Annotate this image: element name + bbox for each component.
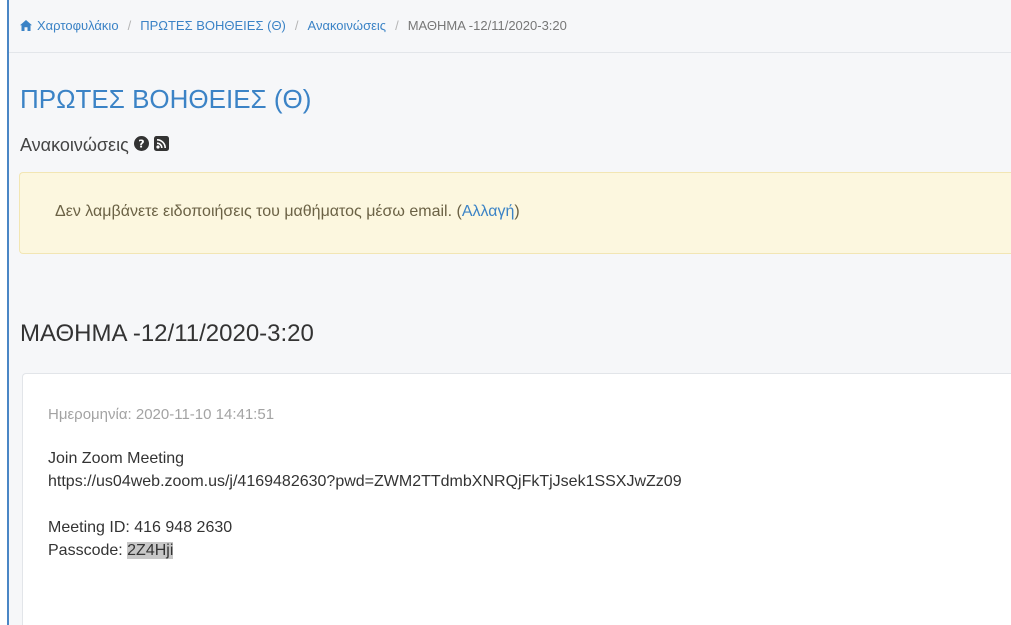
- breadcrumb-separator: /: [127, 18, 132, 33]
- alert-text: Δεν λαμβάνετε ειδοποιήσεις του μαθήματος…: [55, 203, 520, 221]
- section-title: Ανακοινώσεις ?: [20, 135, 169, 156]
- join-meeting-label: Join Zoom Meeting: [48, 450, 185, 467]
- breadcrumb-announcements-link[interactable]: Ανακοινώσεις: [308, 18, 387, 33]
- home-icon: [20, 20, 32, 31]
- passcode-value[interactable]: 2Z4Hji: [127, 542, 174, 559]
- breadcrumb-divider: [9, 52, 1011, 53]
- course-title-link[interactable]: ΠΡΩΤΕΣ ΒΟΗΘΕΙΕΣ (Θ): [20, 84, 311, 115]
- announcement-card: Ημερομηνία: 2020-11-10 14:41:51 Join Zoo…: [22, 373, 1011, 625]
- rss-icon[interactable]: [153, 135, 169, 156]
- email-notification-alert: Δεν λαμβάνετε ειδοποιήσεις του μαθήματος…: [19, 172, 1011, 254]
- zoom-meeting-url: https://us04web.zoom.us/j/4169482630?pwd…: [48, 473, 682, 490]
- passcode-label: Passcode:: [48, 542, 128, 559]
- alert-message: Δεν λαμβάνετε ειδοποιήσεις του μαθήματος…: [55, 203, 462, 220]
- alert-change-link[interactable]: Αλλαγή: [462, 203, 515, 220]
- meeting-id: Meeting ID: 416 948 2630: [48, 519, 233, 536]
- alert-message-end: ): [514, 203, 520, 220]
- breadcrumb-separator: /: [294, 18, 299, 33]
- help-icon[interactable]: ?: [133, 135, 149, 156]
- breadcrumb-current: ΜΑΘΗΜΑ -12/11/2020-3:20: [407, 18, 567, 33]
- breadcrumb: Χαρτοφυλάκιο / ΠΡΩΤΕΣ ΒΟΗΘΕΙΕΣ (Θ) / Ανα…: [20, 18, 567, 33]
- announcement-date: Ημερομηνία: 2020-11-10 14:41:51: [48, 406, 275, 423]
- announcement-title: ΜΑΘΗΜΑ -12/11/2020-3:20: [20, 320, 314, 347]
- svg-text:?: ?: [138, 138, 144, 151]
- breadcrumb-separator: /: [395, 18, 399, 33]
- breadcrumb-portfolio-link[interactable]: Χαρτοφυλάκιο: [37, 18, 119, 33]
- section-title-label: Ανακοινώσεις: [20, 135, 129, 155]
- main-content: Χαρτοφυλάκιο / ΠΡΩΤΕΣ ΒΟΗΘΕΙΕΣ (Θ) / Ανα…: [9, 0, 1011, 625]
- passcode-line: Passcode: 2Z4Hji: [48, 542, 174, 560]
- breadcrumb-course-link[interactable]: ΠΡΩΤΕΣ ΒΟΗΘΕΙΕΣ (Θ): [140, 18, 286, 33]
